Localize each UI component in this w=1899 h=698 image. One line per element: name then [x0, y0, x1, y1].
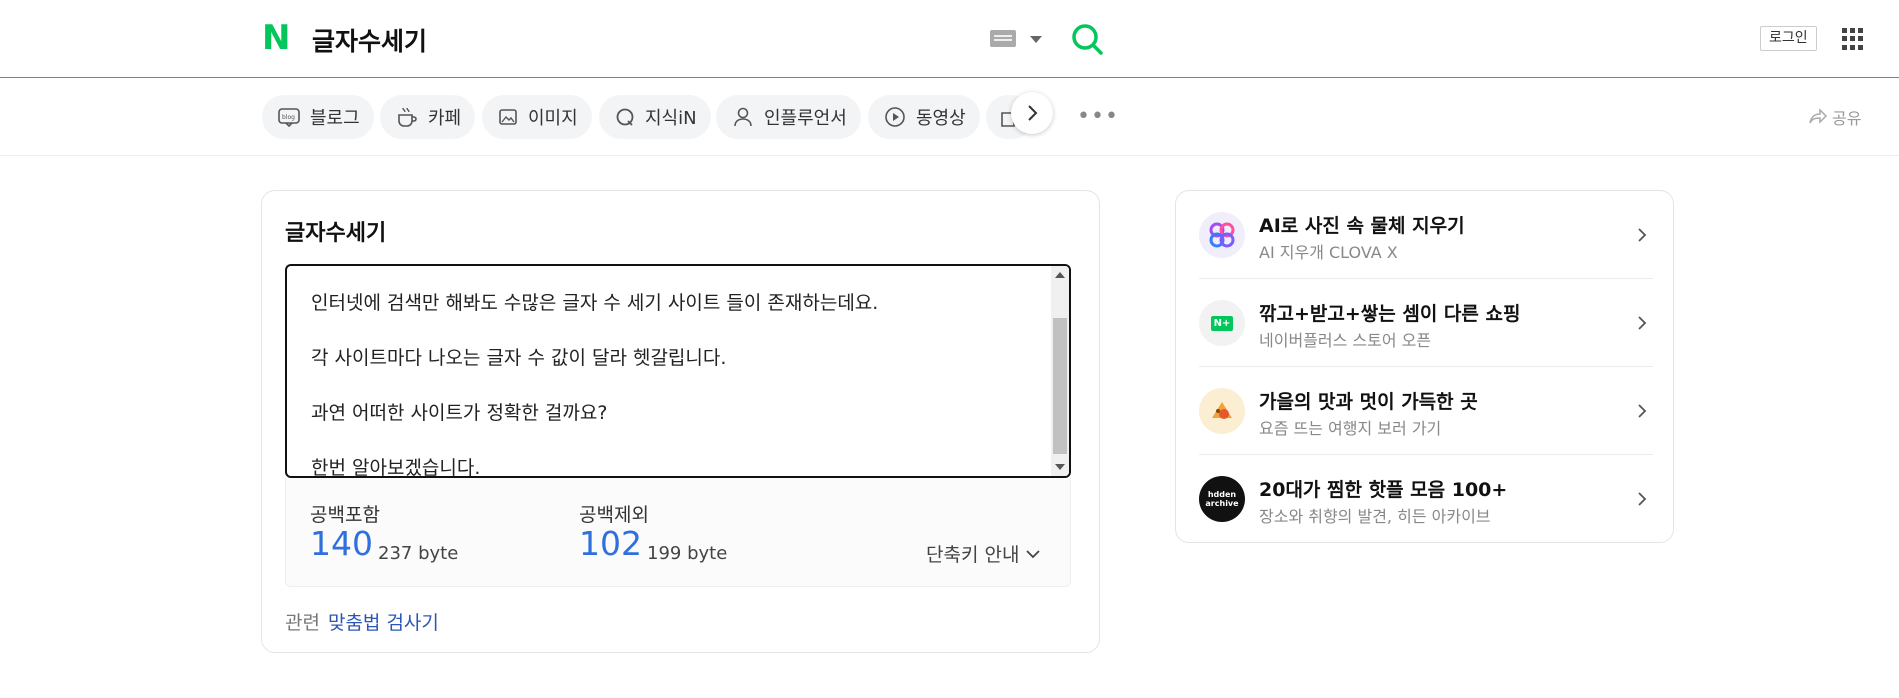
tab-label: 이미지	[528, 108, 578, 129]
promo-subtitle: 장소와 취향의 발견, 히든 아카이브	[1259, 507, 1491, 526]
clova-x-icon	[1199, 212, 1245, 258]
related-links: 관련 맞춤법 검사기	[285, 608, 439, 635]
hidden-archive-logo: hdden archive	[1199, 476, 1245, 522]
without-spaces-count: 102	[579, 524, 642, 563]
side-promo-panel: AI로 사진 속 물체 지우기 AI 지우개 CLOVA X N+ 깎고+받고+…	[1175, 190, 1674, 543]
promo-subtitle: AI 지우개 CLOVA X	[1259, 243, 1398, 262]
chevron-right-icon	[1638, 404, 1647, 418]
tab-image[interactable]: 이미지	[482, 95, 592, 139]
cafe-icon	[398, 107, 417, 127]
header: N 글자수세기 로그인	[0, 0, 1899, 78]
character-counter-card: 글자수세기 인터넷에 검색만 해봐도 수많은 글자 수 세기 사이트 들이 존재…	[261, 190, 1100, 653]
without-spaces-bytes: 199 byte	[647, 543, 728, 564]
travel-food-icon	[1199, 388, 1245, 434]
share-icon	[1809, 108, 1828, 124]
category-tabs: blog 블로그 카페 이미지 지식iN 인플루언서 동영상 ••• 공유	[0, 79, 1899, 156]
promo-item[interactable]: AI로 사진 속 물체 지우기 AI 지우개 CLOVA X	[1199, 191, 1653, 279]
tab-label: 인플루언서	[764, 108, 847, 129]
card-title: 글자수세기	[285, 221, 387, 246]
with-spaces-label: 공백포함	[310, 504, 380, 526]
tab-cafe[interactable]: 카페	[380, 95, 476, 139]
tab-video[interactable]: 동영상	[868, 95, 980, 139]
text-line: 각 사이트마다 나오는 글자 수 값이 달라 헷갈립니다.	[311, 347, 727, 369]
tab-label: 카페	[428, 108, 462, 129]
image-icon	[499, 109, 517, 125]
naver-plus-badge: N+	[1210, 315, 1234, 331]
promo-item[interactable]: 가을의 맛과 멋이 가득한 곳 요즘 뜨는 여행지 보러 가기	[1199, 367, 1653, 455]
chevron-right-icon	[1028, 105, 1038, 121]
with-spaces-bytes: 237 byte	[378, 543, 459, 564]
count-stats: 공백포함 140 237 byte 공백제외 102 199 byte 단축키 …	[285, 478, 1071, 587]
share-button[interactable]: 공유	[1808, 105, 1861, 129]
tab-kin[interactable]: 지식iN	[599, 95, 711, 139]
chevron-right-icon	[1638, 228, 1647, 242]
tab-label: 동영상	[916, 108, 966, 129]
tab-label: 지식iN	[645, 108, 697, 129]
tabs-next-button[interactable]	[1011, 92, 1053, 134]
scrollbar-thumb[interactable]	[1053, 318, 1067, 454]
text-line: 인터넷에 검색만 해봐도 수많은 글자 수 세기 사이트 들이 존재하는데요.	[311, 292, 879, 314]
chevron-down-icon	[1026, 549, 1041, 558]
promo-title: 깎고+받고+쌓는 셈이 다른 쇼핑	[1259, 303, 1521, 325]
scrollbar[interactable]	[1051, 266, 1069, 476]
scroll-up-icon[interactable]	[1055, 272, 1065, 278]
with-spaces-count: 140	[310, 524, 373, 563]
share-label: 공유	[1832, 109, 1862, 128]
hidden-archive-logo-text: hdden archive	[1205, 490, 1239, 508]
login-button[interactable]: 로그인	[1760, 26, 1817, 51]
search-query-text[interactable]: 글자수세기	[312, 22, 427, 58]
promo-title: 가을의 맛과 멋이 가득한 곳	[1259, 391, 1478, 413]
tab-blog[interactable]: blog 블로그	[262, 95, 374, 139]
promo-title: AI로 사진 속 물체 지우기	[1259, 215, 1465, 237]
text-line: 한번 알아보겠습니다.	[311, 457, 481, 478]
shortcut-guide-button[interactable]: 단축키 안내	[926, 540, 1041, 567]
promo-title: 20대가 찜한 핫플 모음 100+	[1259, 479, 1508, 501]
chevron-right-icon	[1638, 316, 1647, 330]
tab-label: 블로그	[310, 108, 360, 129]
kin-icon	[616, 108, 634, 126]
promo-subtitle: 요즘 뜨는 여행지 보러 가기	[1259, 419, 1442, 438]
svg-text:blog: blog	[282, 114, 295, 121]
more-icon[interactable]: •••	[1077, 106, 1119, 128]
promo-item[interactable]: N+ 깎고+받고+쌓는 셈이 다른 쇼핑 네이버플러스 스토어 오픈	[1199, 279, 1653, 367]
related-label: 관련	[285, 612, 320, 634]
without-spaces-label: 공백제외	[579, 504, 649, 526]
promo-item[interactable]: hdden archive 20대가 찜한 핫플 모음 100+ 장소와 취향의…	[1199, 455, 1653, 543]
naver-logo[interactable]: N	[262, 21, 292, 55]
blog-icon: blog	[278, 108, 300, 127]
shortcut-label: 단축키 안내	[926, 544, 1020, 566]
chevron-down-icon[interactable]	[1030, 36, 1042, 43]
scroll-down-icon[interactable]	[1055, 464, 1065, 470]
chevron-right-icon	[1638, 492, 1647, 506]
tab-influencer[interactable]: 인플루언서	[716, 95, 861, 139]
keyboard-icon[interactable]	[990, 30, 1016, 47]
play-icon	[885, 107, 905, 127]
search-icon[interactable]	[1070, 22, 1104, 56]
spell-checker-link[interactable]: 맞춤법 검사기	[328, 612, 439, 634]
text-line: 과연 어떠한 사이트가 정확한 걸까요?	[311, 402, 608, 424]
promo-subtitle: 네이버플러스 스토어 오픈	[1259, 331, 1432, 350]
text-input-area[interactable]: 인터넷에 검색만 해봐도 수많은 글자 수 세기 사이트 들이 존재하는데요. …	[285, 264, 1071, 478]
person-icon	[734, 107, 752, 127]
naver-plus-store-icon: N+	[1199, 300, 1245, 346]
apps-grid-icon[interactable]	[1842, 28, 1864, 50]
